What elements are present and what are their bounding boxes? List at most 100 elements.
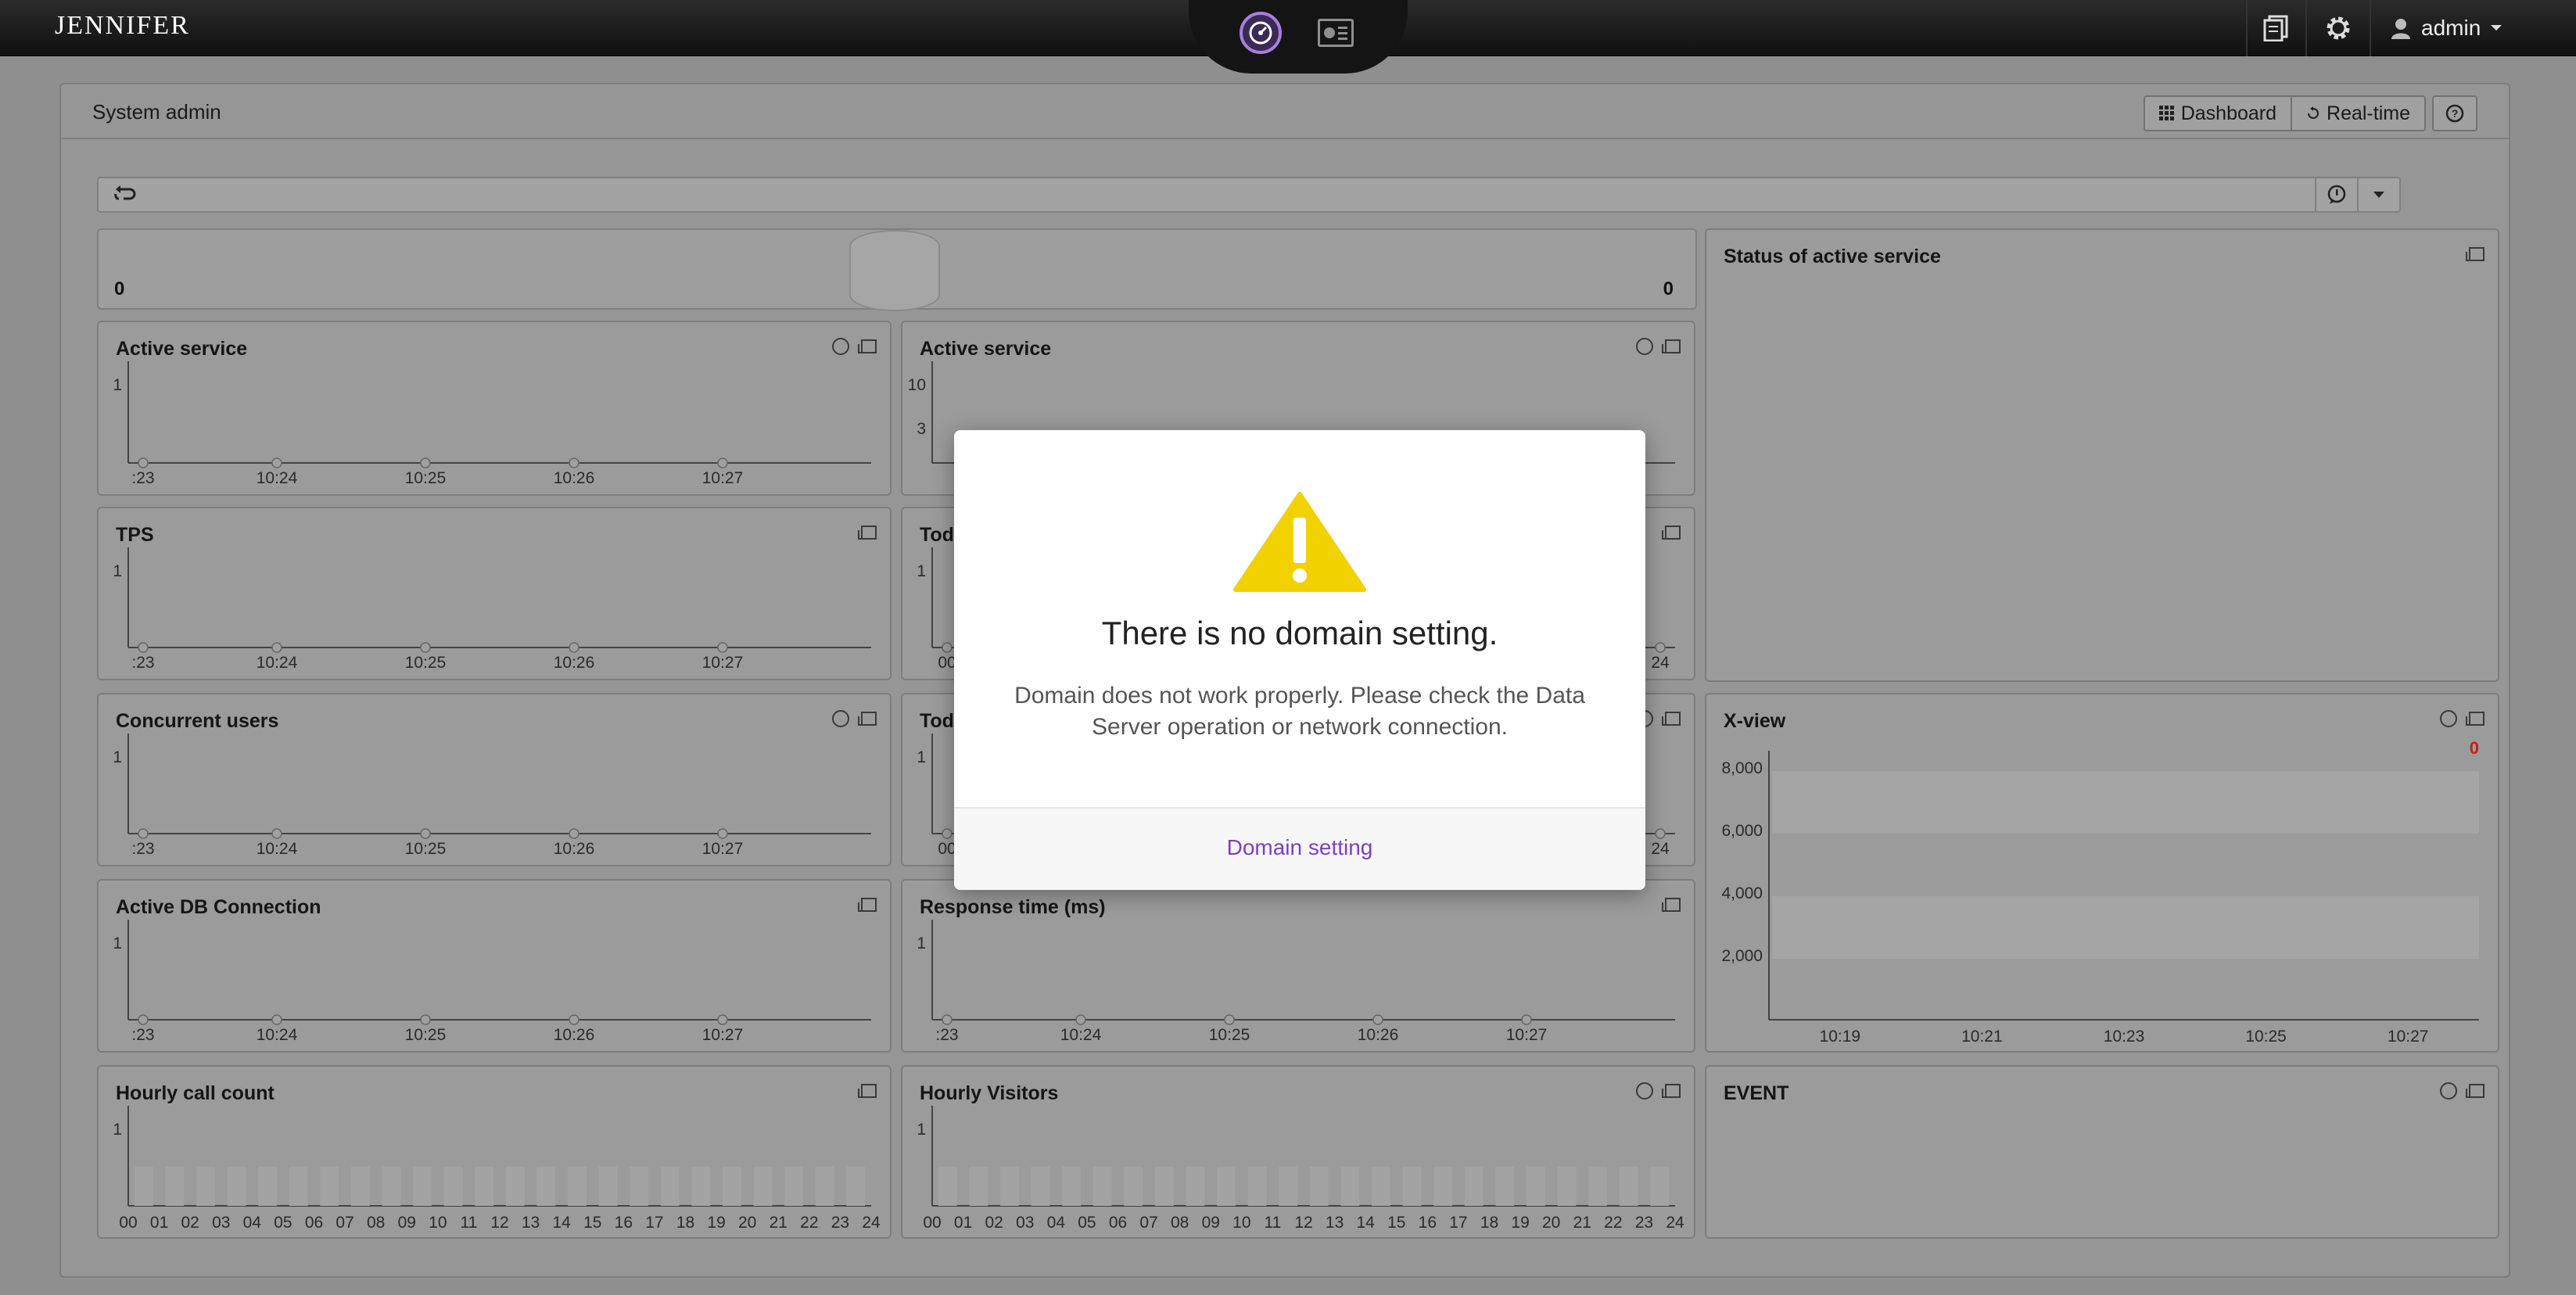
x-tick-label: 10:26 bbox=[554, 654, 595, 672]
y-tick-label: 1 bbox=[917, 934, 926, 952]
data-point bbox=[942, 642, 953, 653]
x-tick-label: 16 bbox=[615, 1214, 633, 1232]
response-time-widget: Response time (ms) 1:23 10:24 10:25 10:26 10… bbox=[901, 879, 1695, 1053]
bar bbox=[598, 1167, 618, 1206]
bar bbox=[1155, 1167, 1174, 1206]
x-tick-label: 02 bbox=[985, 1214, 1003, 1232]
x-tick-label: 01 bbox=[954, 1214, 972, 1232]
x-tick-label: 08 bbox=[367, 1214, 385, 1232]
bar bbox=[1186, 1167, 1205, 1206]
x-tick-label: 23 bbox=[831, 1214, 849, 1232]
data-point bbox=[1655, 642, 1666, 653]
maximize-icon[interactable] bbox=[2466, 1082, 2485, 1099]
bar bbox=[630, 1167, 648, 1206]
jennifer-logo[interactable]: JENNIFER bbox=[55, 11, 190, 41]
realtime-view-icon[interactable] bbox=[1314, 11, 1358, 55]
x-tick-label: 04 bbox=[1047, 1214, 1066, 1232]
bar bbox=[320, 1167, 339, 1206]
x-tick-label: 10:24 bbox=[257, 840, 298, 858]
bar bbox=[1031, 1167, 1050, 1206]
x-tick-label: 17 bbox=[645, 1214, 663, 1232]
bar bbox=[1372, 1167, 1390, 1206]
x-tick-label: 21 bbox=[770, 1214, 788, 1232]
grid-icon bbox=[2158, 106, 2174, 120]
y-tick-label: 1 bbox=[113, 1121, 122, 1139]
x-tick-label: 07 bbox=[1139, 1214, 1157, 1232]
help-button[interactable]: ? bbox=[2432, 95, 2477, 131]
data-point bbox=[138, 457, 149, 468]
x-tick-label: 10:25 bbox=[405, 469, 447, 487]
help-icon: ? bbox=[2445, 104, 2464, 123]
data-point bbox=[942, 1014, 953, 1025]
bar bbox=[1124, 1167, 1143, 1206]
domain-toolbar bbox=[97, 177, 2401, 213]
realtime-button[interactable]: Real-time bbox=[2291, 95, 2426, 131]
x-tick-label: :23 bbox=[131, 469, 154, 487]
x-tick-label: 11 bbox=[461, 1214, 478, 1232]
history-icon[interactable] bbox=[2440, 1082, 2457, 1099]
y-tick-label: 1 bbox=[113, 748, 122, 766]
x-tick-label: 10:24 bbox=[257, 654, 298, 672]
bar bbox=[969, 1167, 988, 1206]
x-tick-label: 11 bbox=[1265, 1214, 1282, 1232]
gear-icon[interactable] bbox=[2321, 11, 2355, 45]
x-tick-label: 10:24 bbox=[1060, 1026, 1102, 1044]
x-tick-label: 14 bbox=[1356, 1214, 1375, 1232]
y-tick-label: 1 bbox=[113, 934, 122, 952]
speedometer-left-value: 0 bbox=[114, 278, 125, 300]
toolbar-dropdown-toggle[interactable] bbox=[2357, 178, 2399, 211]
history-icon bbox=[2308, 106, 2319, 119]
divider bbox=[2370, 0, 2371, 56]
bar bbox=[258, 1167, 277, 1206]
x-tick-label: 24 bbox=[1666, 1214, 1684, 1232]
scatter-band bbox=[1772, 771, 2479, 834]
x-tick-label: 10:26 bbox=[554, 840, 595, 858]
data-point bbox=[138, 1014, 149, 1025]
chart-area: 1:23 10:24 10:25 10:26 10:27 bbox=[113, 547, 871, 672]
active-db-connection-widget: Active DB Connection 1:23 10:24 10:25 10:26… bbox=[97, 879, 892, 1053]
message-icon[interactable] bbox=[2315, 178, 2357, 211]
x-tick-label: 13 bbox=[1326, 1214, 1344, 1232]
dialog-message: Domain does not work properly. Please ch… bbox=[1014, 683, 1585, 740]
data-point bbox=[420, 828, 431, 839]
bar bbox=[443, 1167, 463, 1206]
dashboard-button[interactable]: Dashboard bbox=[2143, 95, 2291, 131]
x-tick-label: 10:21 bbox=[1961, 1028, 2003, 1046]
scatter-band bbox=[1772, 896, 2479, 959]
chart-area: 1:23 10:24 10:25 10:26 10:27 bbox=[113, 734, 871, 858]
event-widget: EVENT bbox=[1705, 1065, 2499, 1239]
data-point bbox=[717, 828, 728, 839]
concurrent-users-widget: Concurrent users 1:23 10:24 10:25 10:26 10:2… bbox=[97, 693, 892, 866]
data-point bbox=[1521, 1014, 1532, 1025]
bar bbox=[815, 1167, 834, 1206]
data-point bbox=[569, 642, 579, 653]
widget-title: Status of active service bbox=[1724, 246, 1941, 267]
x-tick-label: 10 bbox=[1232, 1214, 1250, 1232]
data-point bbox=[1372, 1014, 1383, 1025]
x-tick-label: 10:27 bbox=[702, 654, 744, 672]
realtime-button-label: Real-time bbox=[2327, 102, 2410, 124]
speedometer-dial[interactable] bbox=[849, 230, 940, 311]
no-domain-dialog: There is no domain setting. Domain does … bbox=[954, 430, 1645, 890]
user-menu[interactable]: admin bbox=[2390, 14, 2502, 42]
x-tick-label: 09 bbox=[398, 1214, 416, 1232]
x-tick-label: 10:25 bbox=[405, 1026, 447, 1044]
bar bbox=[1217, 1167, 1236, 1206]
bar bbox=[1279, 1167, 1298, 1206]
dashboard-view-icon[interactable] bbox=[1239, 11, 1283, 55]
bar bbox=[1527, 1167, 1545, 1206]
domain-setting-link[interactable]: Domain setting bbox=[954, 835, 1645, 860]
x-tick-label: 10:27 bbox=[702, 1026, 744, 1044]
x-tick-label: 10:27 bbox=[1506, 1026, 1548, 1044]
x-tick-label: 16 bbox=[1419, 1214, 1437, 1232]
x-tick-label: 15 bbox=[583, 1214, 601, 1232]
domain-loop-icon[interactable] bbox=[113, 185, 136, 209]
bar bbox=[784, 1167, 803, 1206]
xview-widget: X-view 0 8,000 6,000 4,000 2,000 10:19 10:21 1… bbox=[1705, 693, 2499, 1053]
maximize-icon[interactable] bbox=[2466, 246, 2485, 263]
x-tick-label: 24 bbox=[1651, 840, 1670, 858]
x-tick-label: 10:25 bbox=[405, 654, 447, 672]
bar bbox=[1092, 1167, 1112, 1206]
y-tick-label: 4,000 bbox=[1721, 884, 1763, 902]
documents-icon[interactable] bbox=[2258, 11, 2293, 45]
